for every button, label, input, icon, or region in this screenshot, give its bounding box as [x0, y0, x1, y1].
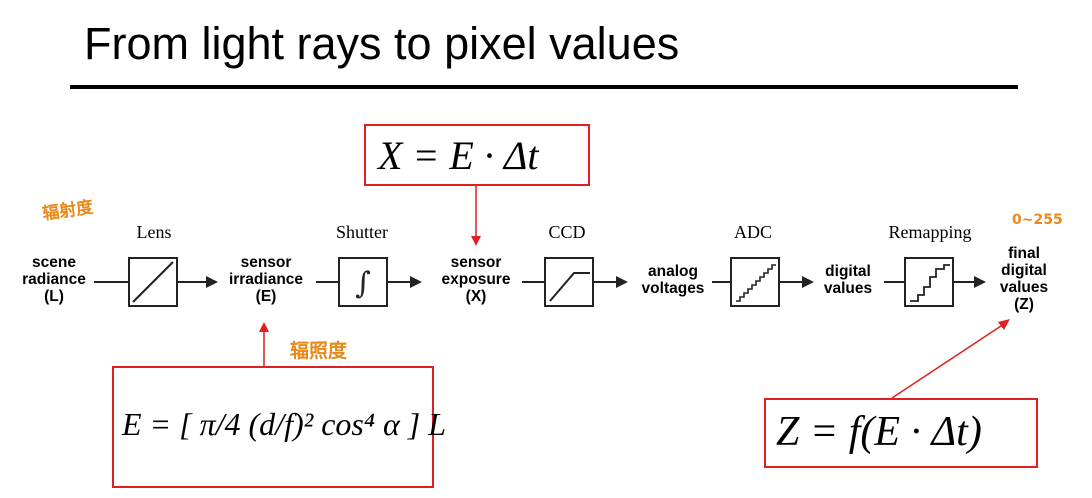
- final-equation-box: Z = f(E · Δt): [764, 398, 1038, 468]
- exposure-equation-box: X = E · Δt: [364, 124, 590, 186]
- final-equation: Z = f(E · Δt): [776, 409, 982, 455]
- irradiance-equation: E = [ π/4 (d/f)² cos⁴ α ] L: [122, 406, 447, 442]
- exposure-equation: X = E · Δt: [378, 133, 539, 178]
- irradiance-equation-box: E = [ π/4 (d/f)² cos⁴ α ] L: [112, 366, 446, 488]
